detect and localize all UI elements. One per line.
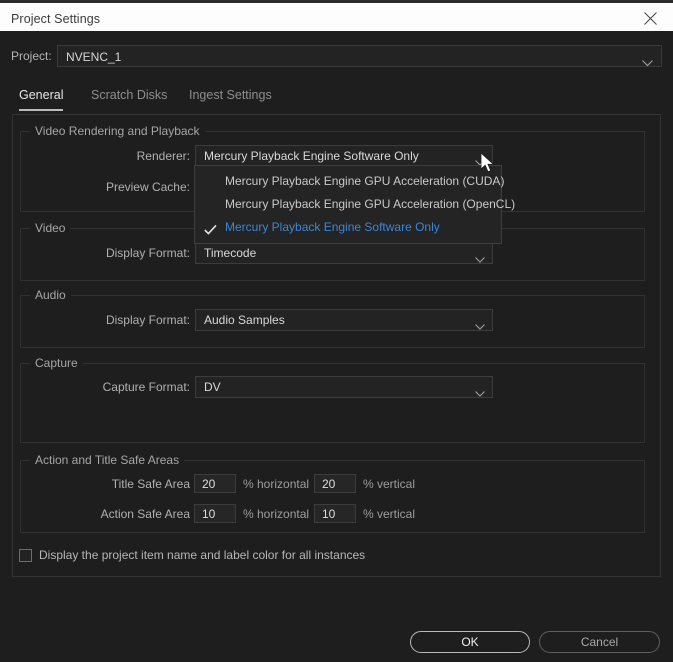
action-safe-area-label: Action Safe Area xyxy=(100,507,190,521)
renderer-option-opencl[interactable]: Mercury Playback Engine GPU Acceleration… xyxy=(195,193,515,216)
renderer-select[interactable]: Mercury Playback Engine Software Only xyxy=(195,145,493,167)
cancel-button[interactable]: Cancel xyxy=(539,631,660,653)
action-safe-horizontal-value: 10 xyxy=(202,507,216,521)
ok-button[interactable]: OK xyxy=(410,631,530,653)
group-capture: Capture xyxy=(20,356,645,443)
project-select[interactable]: NVENC_1 xyxy=(57,45,662,67)
action-safe-horizontal-unit: % horizontal xyxy=(243,507,310,521)
capture-format-label: Capture Format: xyxy=(102,380,190,394)
video-display-format-label: Display Format: xyxy=(105,246,190,260)
window-title: Project Settings xyxy=(11,12,101,26)
video-display-format-value: Timecode xyxy=(204,246,257,260)
display-project-item-name-checkbox[interactable] xyxy=(19,549,32,562)
renderer-dropdown-list[interactable]: Mercury Playback Engine GPU Acceleration… xyxy=(194,165,515,244)
renderer-select-value: Mercury Playback Engine Software Only xyxy=(204,149,419,163)
display-project-item-name-label: Display the project item name and label … xyxy=(39,548,366,562)
group-video-title: Video xyxy=(30,221,71,235)
check-icon xyxy=(204,221,217,244)
chevron-down-icon xyxy=(475,250,485,268)
action-safe-vertical-unit: % vertical xyxy=(363,507,416,521)
title-safe-horizontal-input[interactable]: 20 xyxy=(194,474,236,493)
chevron-down-icon xyxy=(475,384,485,402)
chevron-down-icon xyxy=(642,54,653,72)
audio-display-format-label: Display Format: xyxy=(105,313,190,327)
project-select-value: NVENC_1 xyxy=(66,50,122,64)
group-video-rendering-title: Video Rendering and Playback xyxy=(30,124,205,138)
window-titlebar: Project Settings xyxy=(0,3,673,31)
renderer-option-cuda[interactable]: Mercury Playback Engine GPU Acceleration… xyxy=(195,170,504,193)
title-safe-horizontal-unit: % horizontal xyxy=(243,477,310,491)
mouse-pointer-icon xyxy=(480,152,497,180)
project-settings-dialog: Project Settings Project: NVENC_1 Genera… xyxy=(0,0,673,662)
title-safe-area-label: Title Safe Area xyxy=(111,477,190,491)
project-label: Project: xyxy=(11,49,52,63)
renderer-option-software-only-label: Mercury Playback Engine Software Only xyxy=(225,220,440,234)
action-safe-horizontal-input[interactable]: 10 xyxy=(194,504,236,523)
capture-format-select[interactable]: DV xyxy=(195,376,493,398)
title-safe-vertical-unit: % vertical xyxy=(363,477,416,491)
chevron-down-icon xyxy=(475,317,485,335)
group-audio-title: Audio xyxy=(30,288,71,302)
title-safe-vertical-value: 20 xyxy=(322,477,336,491)
group-capture-title: Capture xyxy=(30,356,83,370)
audio-display-format-select[interactable]: Audio Samples xyxy=(195,309,493,331)
audio-display-format-value: Audio Samples xyxy=(204,313,285,327)
tab-scratch-disks[interactable]: Scratch Disks xyxy=(91,88,167,109)
renderer-option-software-only[interactable]: Mercury Playback Engine Software Only xyxy=(195,216,501,239)
group-safe-areas-title: Action and Title Safe Areas xyxy=(30,453,185,467)
capture-format-value: DV xyxy=(204,380,221,394)
tab-general[interactable]: General xyxy=(19,88,64,111)
title-safe-vertical-input[interactable]: 20 xyxy=(314,474,356,493)
preview-cache-label: Preview Cache: xyxy=(105,180,190,194)
tab-ingest-settings[interactable]: Ingest Settings xyxy=(189,88,272,109)
title-safe-horizontal-value: 20 xyxy=(202,477,216,491)
renderer-label: Renderer: xyxy=(136,149,190,163)
video-display-format-select[interactable]: Timecode xyxy=(195,242,493,264)
close-button[interactable] xyxy=(628,3,673,31)
action-safe-vertical-input[interactable]: 10 xyxy=(314,504,356,523)
action-safe-vertical-value: 10 xyxy=(322,507,336,521)
